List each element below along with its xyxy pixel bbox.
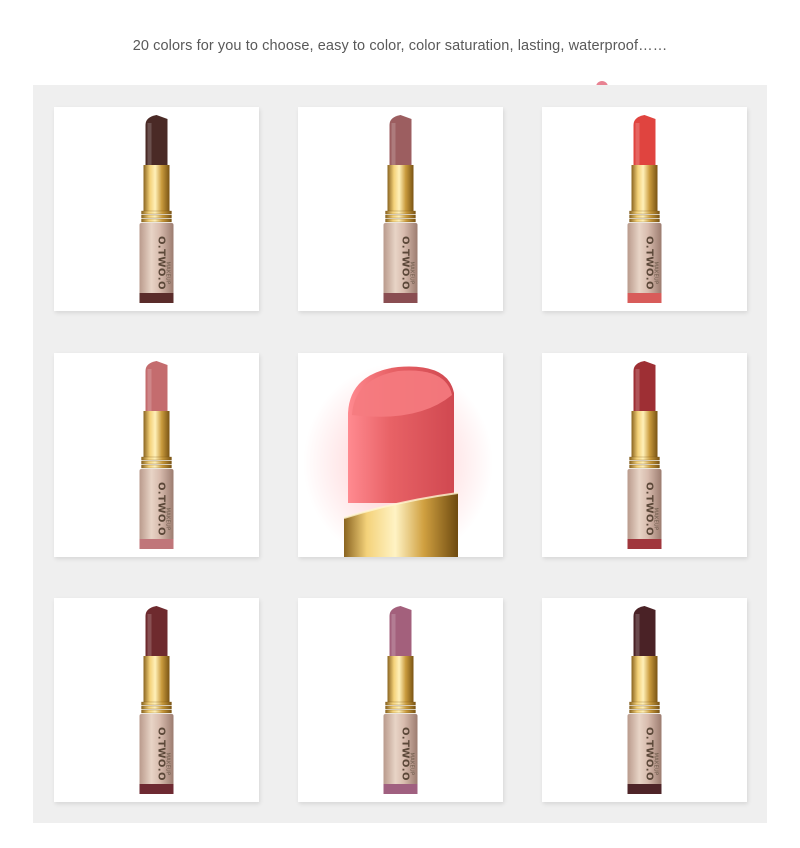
lipstick-tile[interactable]: O.TWO.O MAKEUP [54,107,259,311]
lipstick-tile[interactable]: O.TWO.O MAKEUP [542,353,747,557]
lipstick-tile[interactable]: O.TWO.O MAKEUP [54,353,259,557]
lipstick-sleeve [143,411,170,459]
lipstick-base [139,293,174,303]
lipstick-tile[interactable]: O.TWO.O MAKEUP [298,598,503,802]
lipstick-base [139,539,174,549]
lipstick-sleeve [631,411,658,459]
brand-subtitle: MAKEUP [409,753,415,776]
lipstick-illustration: O.TWO.OMAKEUP [139,606,174,794]
lipstick-tile[interactable]: O.TWO.O MAKEUP [542,107,747,311]
lipstick-base [627,293,662,303]
lipstick-base [627,784,662,794]
product-grid: O.TWO.O MAKEUP O.TWO.O MAKEUP O.TWO.O MAKEU… [33,85,767,823]
lipstick-sleeve [387,656,414,704]
brand-subtitle: MAKEUP [165,753,171,776]
lipstick-closeup-tile[interactable] [298,353,503,557]
lipstick-illustration: O.TWO.OMAKEUP [383,606,418,794]
lipstick-tile[interactable]: O.TWO.O MAKEUP [542,598,747,802]
lipstick-illustration: O.TWO.OMAKEUP [627,606,662,794]
headline: 20 colors for you to choose, easy to col… [132,38,668,54]
lipstick-sleeve [143,656,170,704]
lipstick-base [139,784,174,794]
brand-subtitle: MAKEUP [653,262,659,285]
lipstick-tile[interactable]: O.TWO.O MAKEUP [298,107,503,311]
brand-subtitle: MAKEUP [653,753,659,776]
brand-subtitle: MAKEUP [165,262,171,285]
brand-subtitle: MAKEUP [409,262,415,285]
lipstick-base [383,784,418,794]
lipstick-base [383,293,418,303]
lipstick-illustration: O.TWO.OMAKEUP [627,115,662,303]
lipstick-illustration: O.TWO.OMAKEUP [627,361,662,549]
lipstick-base [627,539,662,549]
lipstick-sleeve [631,165,658,213]
brand-subtitle: MAKEUP [653,508,659,531]
lipstick-illustration: O.TWO.OMAKEUP [383,115,418,303]
lipstick-closeup-illustration [303,363,493,557]
lipstick-sleeve [143,165,170,213]
lipstick-illustration: O.TWO.OMAKEUP [139,361,174,549]
brand-subtitle: MAKEUP [165,508,171,531]
lipstick-sleeve [631,656,658,704]
lipstick-illustration: O.TWO.OMAKEUP [139,115,174,303]
lipstick-sleeve [387,165,414,213]
lipstick-tile[interactable]: O.TWO.O MAKEUP [54,598,259,802]
